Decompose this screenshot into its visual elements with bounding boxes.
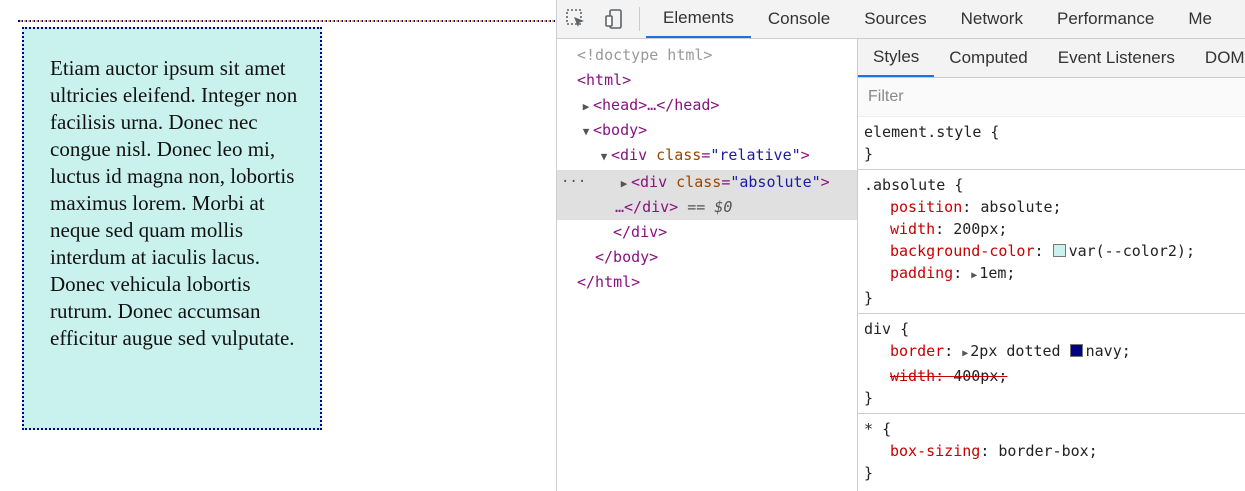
color-swatch-icon[interactable] (1052, 244, 1066, 257)
absolute-div-text: Etiam auctor ipsum sit amet ultricies el… (50, 56, 298, 350)
rule-element-style: element.style { } (858, 117, 1245, 170)
collapse-arrow-icon[interactable]: ▼ (597, 144, 611, 169)
tab-sources[interactable]: Sources (847, 0, 943, 38)
declaration-background-color[interactable]: background-color: var(--color2); (864, 240, 1241, 262)
declaration-border[interactable]: border: ▶ 2px dotted navy; (864, 340, 1241, 365)
tab-computed[interactable]: Computed (934, 39, 1042, 77)
collapse-arrow-icon[interactable]: ▼ (579, 119, 593, 144)
tree-line-div-absolute-close[interactable]: …</div> == $0 (557, 195, 857, 220)
tab-performance[interactable]: Performance (1040, 0, 1171, 38)
tree-line-doctype[interactable]: <!doctype html> (557, 43, 857, 68)
devtools-panel: Elements Console Sources Network Perform… (556, 0, 1245, 491)
tree-line-div-close[interactable]: </div> (557, 220, 857, 245)
tree-line-div-absolute-selected[interactable]: ··· ▶ <div class="absolute"> (557, 170, 857, 195)
styles-tab-bar: Styles Computed Event Listeners DOM (858, 39, 1245, 78)
screenshot-root: Etiam auctor ipsum sit amet ultricies el… (0, 0, 1245, 491)
declaration-padding[interactable]: padding: ▶ 1em; (864, 262, 1241, 287)
devtools-tab-bar: Elements Console Sources Network Perform… (557, 0, 1245, 39)
inspect-element-icon[interactable] (557, 0, 595, 38)
expand-shorthand-icon[interactable]: ▶ (962, 348, 968, 359)
expand-arrow-icon[interactable]: ▶ (617, 171, 631, 196)
declaration-position[interactable]: position: absolute; (864, 196, 1241, 218)
relative-div (18, 20, 556, 22)
tab-styles[interactable]: Styles (858, 39, 935, 77)
styles-filter-input[interactable]: Filter (858, 78, 1245, 117)
tree-line-div-relative[interactable]: ▼ <div class="relative"> (557, 143, 857, 168)
tab-network[interactable]: Network (944, 0, 1040, 38)
declaration-width[interactable]: width: 200px; (864, 218, 1241, 240)
device-toolbar-icon[interactable] (595, 0, 633, 38)
tab-elements[interactable]: Elements (646, 0, 751, 38)
more-options-icon[interactable]: ··· (561, 170, 586, 195)
tab-console[interactable]: Console (751, 0, 847, 38)
tree-line-body-close[interactable]: </body> (557, 245, 857, 270)
expand-arrow-icon[interactable]: ▶ (579, 94, 593, 119)
expand-shorthand-icon[interactable]: ▶ (971, 270, 977, 281)
tree-line-html-close[interactable]: </html> (557, 270, 857, 295)
tab-dom-breakpoints[interactable]: DOM (1190, 39, 1245, 77)
toolbar-divider (639, 7, 640, 31)
rule-div: div { border: ▶ 2px dotted navy; width: 4… (858, 314, 1245, 414)
declaration-box-sizing[interactable]: box-sizing: border-box; (864, 440, 1241, 462)
declaration-width-overridden[interactable]: width: 400px; (864, 365, 1241, 387)
color-swatch-icon[interactable] (1069, 344, 1083, 357)
rule-universal: * { box-sizing: border-box; } (858, 414, 1245, 488)
tab-memory[interactable]: Me (1171, 0, 1229, 38)
styles-sidebar: Styles Computed Event Listeners DOM Filt… (857, 39, 1245, 491)
tree-line-body[interactable]: ▼ <body> (557, 118, 857, 143)
tree-line-html[interactable]: <html> (557, 68, 857, 93)
tab-event-listeners[interactable]: Event Listeners (1043, 39, 1190, 77)
tree-line-head[interactable]: ▶ <head>…</head> (557, 93, 857, 118)
absolute-div: Etiam auctor ipsum sit amet ultricies el… (22, 27, 322, 430)
page-viewport: Etiam auctor ipsum sit amet ultricies el… (0, 0, 556, 491)
elements-dom-tree: <!doctype html> <html> ▶ <head>…</head> ▼… (557, 39, 857, 491)
rule-absolute: .absolute { position: absolute; width: 2… (858, 170, 1245, 314)
